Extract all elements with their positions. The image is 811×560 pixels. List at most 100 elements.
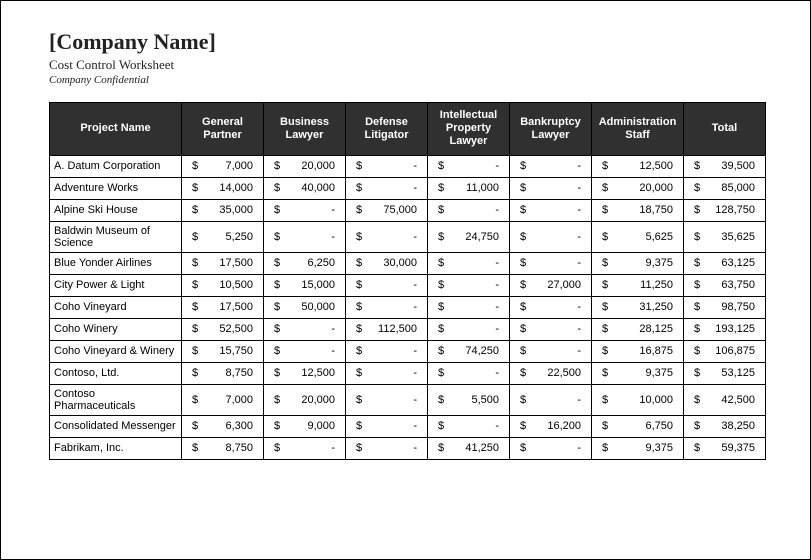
amount-value: 41,250 bbox=[444, 442, 499, 454]
amount-value: 59,375 bbox=[700, 442, 755, 454]
column-header: General Partner bbox=[182, 103, 264, 156]
money-cell: $- bbox=[428, 155, 510, 177]
money-cell: $- bbox=[428, 318, 510, 340]
amount-value: - bbox=[444, 301, 499, 313]
amount-value: 9,375 bbox=[608, 442, 673, 454]
amount-value: 7,000 bbox=[198, 394, 253, 406]
money-cell: $10,000 bbox=[592, 384, 684, 415]
money-cell: $- bbox=[510, 318, 592, 340]
amount-value: 5,250 bbox=[198, 231, 253, 243]
amount-value: 10,000 bbox=[608, 394, 673, 406]
money-cell: $15,000 bbox=[264, 274, 346, 296]
table-row: Contoso, Ltd.$8,750$12,500$-$-$22,500$9,… bbox=[50, 362, 766, 384]
money-cell: $40,000 bbox=[264, 177, 346, 199]
money-cell: $8,750 bbox=[182, 437, 264, 459]
amount-value: 12,500 bbox=[608, 160, 673, 172]
confidential-label: Company Confidential bbox=[49, 74, 762, 86]
money-cell: $- bbox=[510, 296, 592, 318]
amount-value: 14,000 bbox=[198, 182, 253, 194]
money-cell: $7,000 bbox=[182, 155, 264, 177]
money-cell: $- bbox=[428, 199, 510, 221]
money-cell: $20,000 bbox=[592, 177, 684, 199]
amount-value: - bbox=[362, 182, 417, 194]
money-cell: $27,000 bbox=[510, 274, 592, 296]
project-name-cell: Adventure Works bbox=[50, 177, 182, 199]
table-row: Coho Vineyard & Winery$15,750$-$-$74,250… bbox=[50, 340, 766, 362]
money-cell: $- bbox=[346, 340, 428, 362]
money-cell: $106,875 bbox=[684, 340, 766, 362]
amount-value: - bbox=[280, 323, 335, 335]
amount-value: 9,000 bbox=[280, 420, 335, 432]
money-cell: $- bbox=[428, 296, 510, 318]
money-cell: $41,250 bbox=[428, 437, 510, 459]
money-cell: $53,125 bbox=[684, 362, 766, 384]
project-name-cell: Alpine Ski House bbox=[50, 199, 182, 221]
table-row: Consolidated Messenger$6,300$9,000$-$-$1… bbox=[50, 415, 766, 437]
worksheet-page: [Company Name] Cost Control Worksheet Co… bbox=[0, 0, 811, 560]
table-row: Coho Vineyard$17,500$50,000$-$-$-$31,250… bbox=[50, 296, 766, 318]
amount-value: - bbox=[280, 442, 335, 454]
money-cell: $- bbox=[510, 177, 592, 199]
amount-value: 112,500 bbox=[362, 323, 417, 335]
amount-value: 12,500 bbox=[280, 367, 335, 379]
money-cell: $35,625 bbox=[684, 221, 766, 252]
amount-value: 28,125 bbox=[608, 323, 673, 335]
money-cell: $17,500 bbox=[182, 252, 264, 274]
column-header: Administration Staff bbox=[592, 103, 684, 156]
money-cell: $- bbox=[346, 384, 428, 415]
amount-value: 63,750 bbox=[700, 279, 755, 291]
money-cell: $15,750 bbox=[182, 340, 264, 362]
money-cell: $- bbox=[264, 340, 346, 362]
amount-value: 8,750 bbox=[198, 442, 253, 454]
table-row: Baldwin Museum of Science$5,250$-$-$24,7… bbox=[50, 221, 766, 252]
money-cell: $7,000 bbox=[182, 384, 264, 415]
amount-value: 30,000 bbox=[362, 257, 417, 269]
money-cell: $- bbox=[510, 437, 592, 459]
amount-value: - bbox=[444, 204, 499, 216]
money-cell: $85,000 bbox=[684, 177, 766, 199]
project-name-cell: Contoso, Ltd. bbox=[50, 362, 182, 384]
column-header: Bankruptcy Lawyer bbox=[510, 103, 592, 156]
amount-value: 15,000 bbox=[280, 279, 335, 291]
money-cell: $112,500 bbox=[346, 318, 428, 340]
money-cell: $- bbox=[510, 221, 592, 252]
amount-value: 193,125 bbox=[700, 323, 755, 335]
money-cell: $16,875 bbox=[592, 340, 684, 362]
money-cell: $- bbox=[510, 384, 592, 415]
money-cell: $12,500 bbox=[592, 155, 684, 177]
project-name-cell: Blue Yonder Airlines bbox=[50, 252, 182, 274]
amount-value: 128,750 bbox=[700, 204, 755, 216]
amount-value: - bbox=[362, 345, 417, 357]
amount-value: 9,375 bbox=[608, 367, 673, 379]
money-cell: $50,000 bbox=[264, 296, 346, 318]
column-header: Defense Litigator bbox=[346, 103, 428, 156]
money-cell: $98,750 bbox=[684, 296, 766, 318]
money-cell: $- bbox=[264, 318, 346, 340]
amount-value: - bbox=[444, 367, 499, 379]
project-name-cell: Coho Vineyard & Winery bbox=[50, 340, 182, 362]
money-cell: $9,375 bbox=[592, 362, 684, 384]
amount-value: 20,000 bbox=[608, 182, 673, 194]
amount-value: 74,250 bbox=[444, 345, 499, 357]
money-cell: $20,000 bbox=[264, 155, 346, 177]
amount-value: 11,250 bbox=[608, 279, 673, 291]
amount-value: 106,875 bbox=[700, 345, 755, 357]
amount-value: - bbox=[526, 301, 581, 313]
money-cell: $6,300 bbox=[182, 415, 264, 437]
money-cell: $75,000 bbox=[346, 199, 428, 221]
money-cell: $63,750 bbox=[684, 274, 766, 296]
money-cell: $- bbox=[510, 340, 592, 362]
money-cell: $39,500 bbox=[684, 155, 766, 177]
project-name-cell: Coho Winery bbox=[50, 318, 182, 340]
amount-value: 40,000 bbox=[280, 182, 335, 194]
money-cell: $14,000 bbox=[182, 177, 264, 199]
money-cell: $- bbox=[510, 199, 592, 221]
money-cell: $6,750 bbox=[592, 415, 684, 437]
amount-value: 27,000 bbox=[526, 279, 581, 291]
amount-value: 5,625 bbox=[608, 231, 673, 243]
money-cell: $- bbox=[428, 362, 510, 384]
amount-value: 35,625 bbox=[700, 231, 755, 243]
amount-value: 15,750 bbox=[198, 345, 253, 357]
table-row: Alpine Ski House$35,000$-$75,000$-$-$18,… bbox=[50, 199, 766, 221]
money-cell: $35,000 bbox=[182, 199, 264, 221]
